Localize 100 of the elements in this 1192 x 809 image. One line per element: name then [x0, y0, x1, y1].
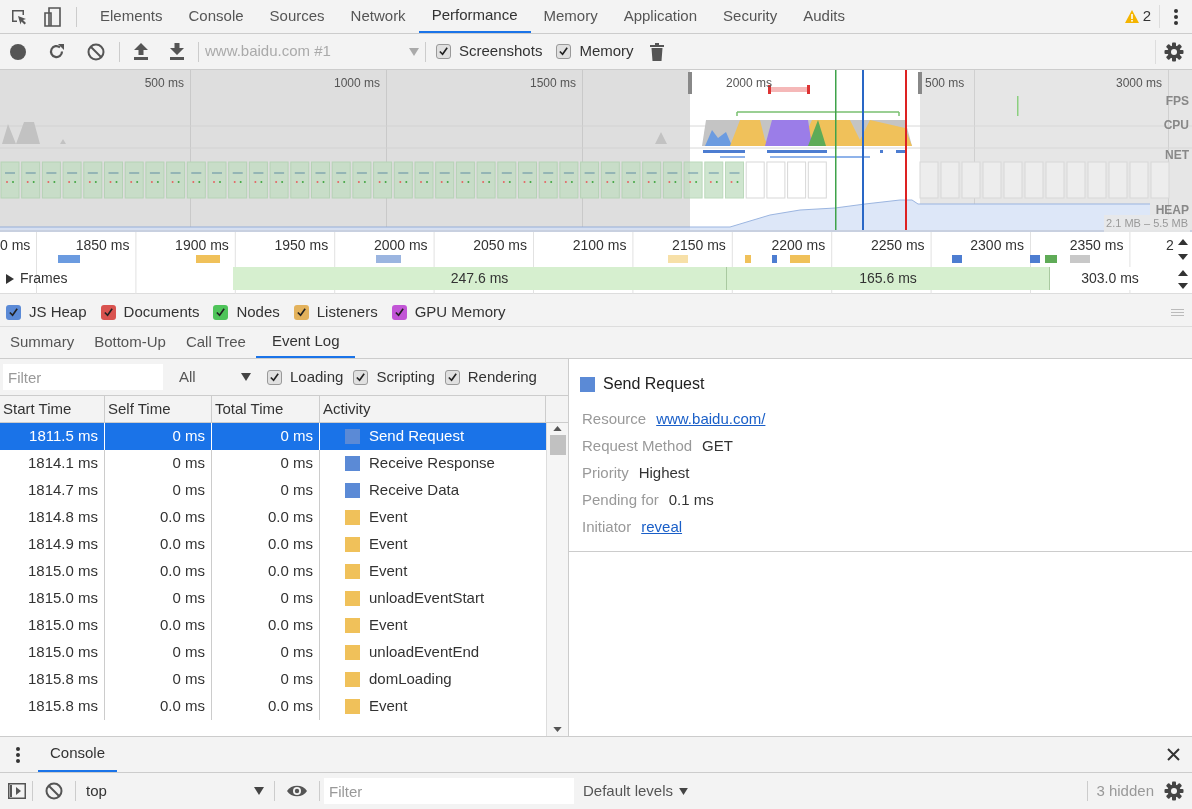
eye-icon[interactable]	[287, 784, 307, 798]
checkbox-label: GPU Memory	[414, 302, 506, 323]
scroll-down-icon[interactable]	[1178, 283, 1188, 289]
tab[interactable]: Summary	[0, 327, 85, 358]
column-header[interactable]: Self Time	[105, 396, 212, 422]
table-row[interactable]: 1814.1 ms 0 ms 0 ms Receive Response	[0, 450, 546, 477]
sidebar-toggle-icon[interactable]	[8, 783, 26, 799]
drag-handle-icon[interactable]	[1171, 309, 1184, 316]
more-menu-icon[interactable]	[1174, 8, 1178, 25]
record-icon[interactable]	[10, 43, 26, 60]
table-cell: 0.0 ms	[105, 531, 212, 558]
tab[interactable]: Audits	[790, 0, 858, 33]
field-value: 0.1 ms	[668, 490, 714, 511]
tab[interactable]: Application	[610, 0, 711, 33]
field-value: GET	[702, 436, 733, 457]
table-cell: 1815.0 ms	[0, 639, 105, 666]
checkbox[interactable]	[213, 305, 229, 320]
checkbox[interactable]	[444, 369, 460, 385]
table-cell: 0 ms	[105, 639, 212, 666]
clear-icon[interactable]	[45, 782, 63, 800]
table-row[interactable]: 1815.0 ms 0.0 ms 0.0 ms Event	[0, 558, 546, 585]
context-select[interactable]: top	[82, 778, 268, 804]
table-row[interactable]: 1814.8 ms 0.0 ms 0.0 ms Event	[0, 504, 546, 531]
close-icon[interactable]	[1167, 748, 1180, 761]
table-row[interactable]: 1815.8 ms 0 ms 0 ms domLoading	[0, 666, 546, 693]
scroll-up-icon[interactable]	[553, 426, 562, 431]
column-header[interactable]: Total Time	[212, 396, 320, 422]
checkbox[interactable]	[267, 369, 282, 385]
checkbox[interactable]	[6, 305, 21, 320]
reload-icon[interactable]	[48, 43, 65, 60]
field-label: Pending for	[582, 490, 659, 511]
table-row[interactable]: 1814.9 ms 0.0 ms 0.0 ms Event	[0, 531, 546, 558]
tab[interactable]: Sources	[256, 0, 338, 33]
checkbox-label: Listeners	[316, 302, 378, 323]
settings-icon[interactable]	[1164, 41, 1184, 62]
table-cell: 0 ms	[212, 585, 320, 612]
filter-field[interactable]: Filter	[324, 778, 574, 804]
scrollbar-thumb[interactable]	[549, 435, 566, 455]
trash-icon[interactable]	[649, 42, 664, 61]
tick-label: 2250 ms	[870, 236, 925, 255]
tab[interactable]: Elements	[87, 0, 176, 33]
checkbox[interactable]	[100, 305, 116, 320]
field-label: Priority	[582, 463, 629, 484]
settings-icon[interactable]	[1164, 781, 1184, 801]
tick-label: 2	[1166, 236, 1174, 255]
tab[interactable]: Call Tree	[175, 327, 256, 358]
column-header[interactable]: Activity	[320, 396, 546, 422]
hidden-count: 3 hidden	[1096, 780, 1154, 801]
device-icon[interactable]	[44, 6, 62, 27]
tick-label: 2100 ms	[572, 236, 627, 255]
scroll-down-icon[interactable]	[1178, 254, 1188, 260]
table-row[interactable]: 1811.5 ms 0 ms 0 ms Send Request	[0, 423, 546, 450]
tick-label: 1000 ms	[333, 75, 380, 92]
table-row[interactable]: 1814.7 ms 0 ms 0 ms Receive Data	[0, 477, 546, 504]
table-cell: 0 ms	[212, 666, 320, 693]
tab[interactable]: Security	[710, 0, 791, 33]
table-cell: 0 ms	[212, 639, 320, 666]
table-cell: 0 ms	[212, 477, 320, 504]
link[interactable]: reveal	[641, 516, 683, 539]
download-icon[interactable]	[170, 43, 184, 60]
table-cell: 0.0 ms	[212, 504, 320, 531]
scroll-up-icon[interactable]	[1178, 239, 1188, 245]
table-cell: 1814.1 ms	[0, 450, 105, 477]
table-cell: 0 ms	[212, 423, 320, 450]
table-row[interactable]: 1815.0 ms 0 ms 0 ms unloadEventStart	[0, 585, 546, 612]
filter-field[interactable]: Filter	[3, 364, 163, 390]
table-row[interactable]: 1815.0 ms 0 ms 0 ms unloadEventEnd	[0, 639, 546, 666]
expand-arrow-icon[interactable]	[6, 273, 14, 284]
checkbox[interactable]	[391, 305, 407, 320]
inspect-icon[interactable]	[10, 7, 28, 26]
table-cell-text: unloadEventStart	[369, 588, 485, 609]
table-cell: 0 ms	[105, 666, 212, 693]
tab[interactable]: Network	[337, 0, 419, 33]
checkbox[interactable]	[293, 305, 309, 320]
table-cell-text: Event	[369, 615, 408, 636]
tab[interactable]: Memory	[530, 0, 611, 33]
link[interactable]: www.baidu.com/	[656, 408, 766, 431]
checkbox[interactable]	[436, 44, 451, 59]
clear-icon[interactable]	[87, 42, 105, 61]
frame-bar[interactable]: 165.6 ms	[727, 267, 1050, 290]
scroll-up-icon[interactable]	[1178, 270, 1188, 276]
table-row[interactable]: 1815.8 ms 0.0 ms 0.0 ms Event	[0, 693, 546, 720]
tab[interactable]: Console	[175, 0, 257, 33]
frame-bar[interactable]: 247.6 ms	[233, 267, 727, 290]
warning-badge[interactable]: 2	[1124, 5, 1160, 28]
column-header[interactable]: Start Time	[0, 396, 105, 422]
levels-select[interactable]: Default levels	[583, 779, 689, 803]
table-cell: 0 ms	[105, 477, 212, 504]
category-select[interactable]: All	[173, 364, 257, 390]
checkbox[interactable]	[556, 44, 572, 59]
tick-label: 0 ms	[0, 236, 31, 255]
table-cell: 1814.8 ms	[0, 504, 105, 531]
field-label: Initiator	[582, 517, 632, 538]
upload-icon[interactable]	[134, 43, 148, 60]
tick-label: 2150 ms	[672, 236, 726, 255]
checkbox[interactable]	[353, 369, 369, 385]
table-row[interactable]: 1815.0 ms 0.0 ms 0.0 ms Event	[0, 612, 546, 639]
more-menu-icon[interactable]	[16, 746, 20, 763]
tab[interactable]: Bottom-Up	[84, 327, 176, 358]
scroll-down-icon[interactable]	[553, 727, 562, 732]
